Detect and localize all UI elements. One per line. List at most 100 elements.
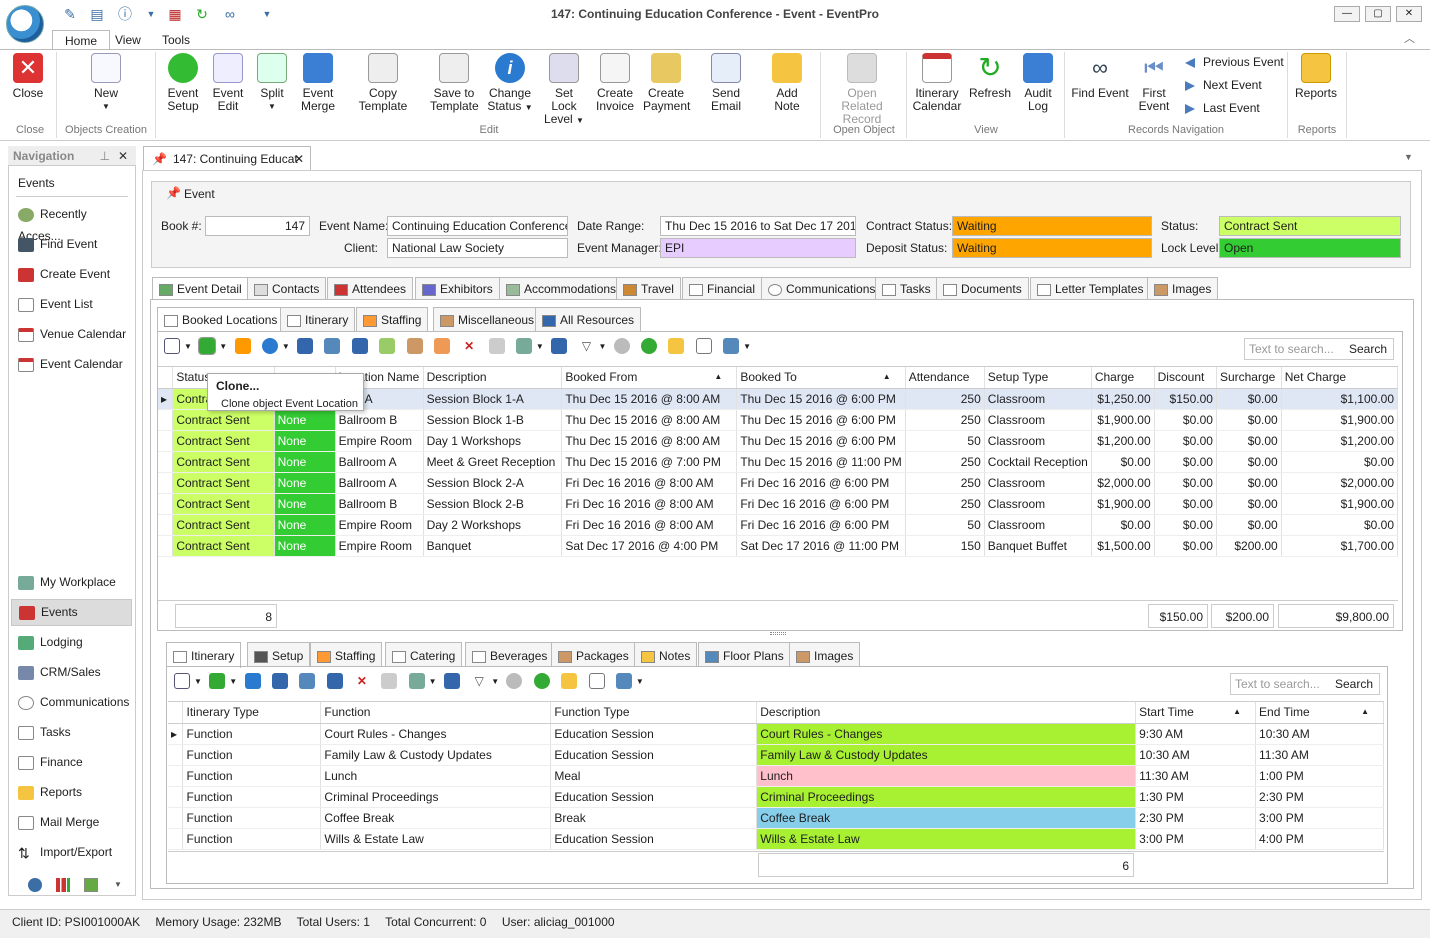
tab-exhibitors[interactable]: Exhibitors — [415, 277, 500, 300]
table-cell[interactable]: Lunch — [320, 765, 552, 787]
nav-item-create-event[interactable]: Create Event — [16, 263, 132, 285]
table-cell[interactable]: Ballroom A — [335, 451, 424, 473]
table-cell[interactable]: $1,200.00 — [1091, 430, 1155, 452]
table-cell[interactable]: Court Rules - Changes — [320, 723, 552, 745]
close-button[interactable]: ✕ Close — [10, 53, 46, 100]
table-cell[interactable]: Day 1 Workshops — [423, 430, 563, 452]
chevron-down-icon[interactable]: ▼ — [599, 342, 607, 351]
add-icon[interactable] — [244, 673, 261, 689]
table-cell[interactable]: Session Block 1-A — [423, 388, 563, 410]
table-cell[interactable]: Function — [182, 744, 322, 766]
table-cell[interactable]: Thu Dec 15 2016 @ 6:00 PM — [736, 409, 906, 431]
table-cell[interactable]: Thu Dec 15 2016 @ 6:00 PM — [736, 388, 906, 410]
table-cell[interactable]: Banquet — [423, 535, 563, 557]
table-cell[interactable]: Fri Dec 16 2016 @ 6:00 PM — [736, 493, 906, 515]
info-icon[interactable] — [261, 338, 278, 354]
nav-item-events[interactable]: Events — [11, 599, 132, 626]
table-cell[interactable]: 11:30 AM — [1135, 765, 1257, 787]
search-doc-icon[interactable] — [588, 673, 605, 689]
clone-icon[interactable] — [198, 337, 217, 355]
table-cell[interactable]: Wills & Estate Law — [320, 828, 552, 850]
column-header[interactable]: Booked From ▲ — [561, 367, 738, 389]
next-event-button[interactable]: Next Event — [1185, 77, 1262, 93]
table-row[interactable]: Contract Sent None Ballroom B Session Block… — [158, 493, 1398, 515]
table-cell[interactable]: $1,900.00 — [1091, 493, 1155, 515]
minimize-button[interactable]: — — [1334, 6, 1360, 22]
download-circle-icon[interactable] — [533, 673, 550, 689]
tab-floor-plans[interactable]: Floor Plans — [698, 642, 791, 667]
table-cell[interactable]: Court Rules - Changes — [756, 723, 1137, 745]
table-cell[interactable]: $1,900.00 — [1281, 409, 1398, 431]
pin-icon[interactable]: ⊥ — [100, 149, 110, 163]
column-header[interactable]: Charge — [1091, 367, 1155, 389]
filter-icon[interactable]: ▽ — [579, 338, 595, 354]
table-cell[interactable]: Education Session — [550, 786, 758, 808]
table-cell[interactable]: Ballroom B — [335, 493, 424, 515]
event-merge-button[interactable]: Event Merge — [298, 53, 338, 113]
table-cell[interactable]: None — [274, 451, 336, 473]
chevron-down-icon[interactable]: ▼ — [491, 677, 499, 686]
table-cell[interactable]: $0.00 — [1154, 451, 1217, 473]
ribbon-tab-home[interactable]: Home — [52, 30, 111, 50]
nav-item-mail-merge[interactable]: Mail Merge — [16, 811, 132, 833]
create-invoice-button[interactable]: Create Invoice — [595, 53, 635, 113]
globe-icon[interactable] — [28, 878, 42, 892]
table-cell[interactable]: $0.00 — [1216, 388, 1282, 410]
tab-miscellaneous[interactable]: Miscellaneous — [433, 307, 542, 331]
table-cell[interactable]: Thu Dec 15 2016 @ 8:00 AM — [561, 430, 738, 452]
table-cell[interactable]: Classroom — [984, 409, 1092, 431]
table-cell[interactable]: 3:00 PM — [1135, 828, 1257, 850]
table-cell[interactable]: Lunch — [756, 765, 1137, 787]
split-button[interactable]: Split ▼ — [256, 53, 288, 113]
table-cell[interactable]: $0.00 — [1154, 514, 1217, 536]
table-cell[interactable]: Session Block 1-B — [423, 409, 563, 431]
table-cell[interactable]: $0.00 — [1154, 409, 1217, 431]
save-to-template-button[interactable]: Save to Template — [430, 53, 479, 113]
table-cell[interactable]: Education Session — [550, 744, 758, 766]
event-edit-button[interactable]: Event Edit — [209, 53, 247, 113]
tab-staffing[interactable]: Staffing — [356, 307, 429, 331]
table-cell[interactable]: Wills & Estate Law — [756, 828, 1137, 850]
table-cell[interactable]: 250 — [905, 493, 985, 515]
add-note-button[interactable]: Add Note — [762, 53, 812, 113]
tab-images[interactable]: Images — [1147, 277, 1219, 300]
table-cell[interactable]: $0.00 — [1091, 514, 1155, 536]
send-email-button[interactable]: Send Email — [697, 53, 755, 113]
create-payment-button[interactable]: Create Payment — [643, 53, 690, 113]
table-cell[interactable]: Contract Sent — [172, 535, 275, 557]
table-cell[interactable]: Classroom — [984, 514, 1092, 536]
table-cell[interactable]: Contract Sent — [172, 493, 275, 515]
table-cell[interactable]: $0.00 — [1216, 409, 1282, 431]
table-cell[interactable]: 9:30 AM — [1135, 723, 1257, 745]
table-cell[interactable]: $1,900.00 — [1281, 493, 1398, 515]
sort-ascending-icon[interactable]: ▲ — [1233, 707, 1241, 716]
chevron-down-icon[interactable]: ▼ — [429, 677, 437, 686]
table-cell[interactable]: $0.00 — [1216, 430, 1282, 452]
table-cell[interactable]: $0.00 — [1154, 493, 1217, 515]
chevron-down-icon[interactable]: ▼ — [184, 342, 192, 351]
table-cell[interactable]: $1,900.00 — [1091, 409, 1155, 431]
add-record-icon[interactable] — [297, 338, 314, 354]
print-icon[interactable] — [723, 338, 740, 354]
table-cell[interactable]: 2:30 PM — [1135, 807, 1257, 829]
table-cell[interactable]: Ballroom A — [335, 472, 424, 494]
add-record-icon[interactable] — [271, 673, 288, 689]
tab-list-chevron-icon[interactable]: ▼ — [1404, 152, 1413, 162]
collapse-ribbon-icon[interactable]: ︿ — [1404, 30, 1415, 46]
column-header[interactable]: Function — [320, 702, 552, 724]
tab-accommodations[interactable]: Accommodations — [499, 277, 624, 300]
clone-event-location-item[interactable]: Clone object Event Location — [221, 398, 358, 410]
table-cell[interactable]: Criminal Proceedings — [320, 786, 552, 808]
clipboard-icon[interactable] — [668, 338, 685, 354]
tab-catering[interactable]: Catering — [385, 642, 463, 667]
column-header[interactable]: Description — [423, 367, 563, 389]
find-event-button[interactable]: ∞ Find Event — [1070, 53, 1130, 100]
clipboard-icon[interactable] — [561, 673, 578, 689]
table-cell[interactable]: $0.00 — [1216, 514, 1282, 536]
table-cell[interactable]: Fri Dec 16 2016 @ 6:00 PM — [736, 472, 906, 494]
itinerary-calendar-button[interactable]: Itinerary Calendar — [912, 53, 962, 113]
itinerary-search-input[interactable]: Text to search... Search — [1230, 673, 1380, 695]
refresh-button[interactable]: ↻ Refresh — [968, 53, 1012, 100]
table-cell[interactable]: 2:30 PM — [1255, 786, 1384, 808]
table-cell[interactable]: $0.00 — [1216, 493, 1282, 515]
